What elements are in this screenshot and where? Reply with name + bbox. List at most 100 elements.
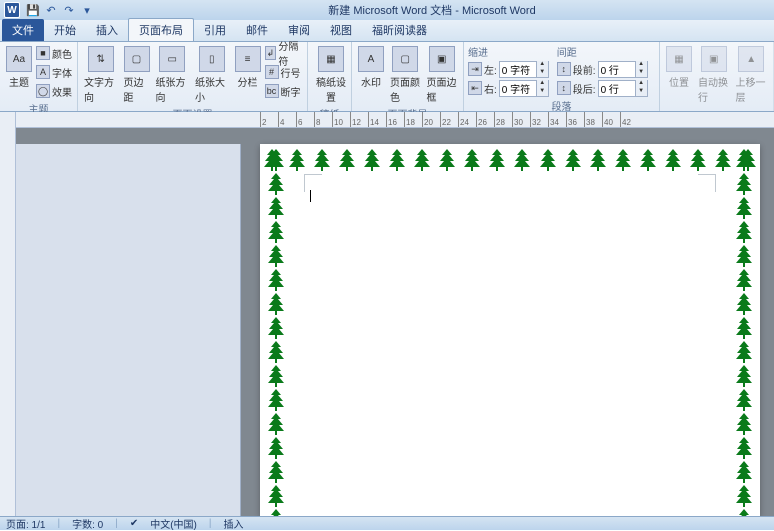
tree-icon [310, 148, 334, 172]
size-button[interactable]: ▯纸张大小 [193, 44, 231, 106]
spin-down-icon[interactable]: ▼ [536, 88, 548, 96]
tab-insert[interactable]: 插入 [86, 19, 128, 41]
status-insert-mode[interactable]: 插入 [223, 516, 243, 531]
group-manuscript: ▦稿纸设置 稿纸 [308, 42, 352, 111]
indent-right-row: ⇤ 右: ▲▼ [468, 79, 549, 97]
theme-effects-button[interactable]: ◯效果 [36, 82, 72, 100]
tab-file[interactable]: 文件 [2, 19, 44, 41]
tree-icon [285, 148, 309, 172]
tab-view[interactable]: 视图 [320, 19, 362, 41]
margins-button[interactable]: ▢页边距 [122, 44, 152, 106]
save-icon[interactable]: 💾 [26, 3, 40, 17]
orientation-button[interactable]: ▭纸张方向 [154, 44, 192, 106]
page-borders-button[interactable]: ▣页面边框 [425, 44, 460, 106]
tree-icon [732, 340, 756, 364]
navigation-pane[interactable] [16, 144, 241, 516]
size-icon: ▯ [199, 46, 225, 72]
bring-forward-button[interactable]: ▲上移一层 [734, 44, 770, 106]
columns-button[interactable]: ≡分栏 [233, 44, 263, 91]
spin-up-icon[interactable]: ▲ [635, 61, 647, 69]
tab-mailings[interactable]: 邮件 [236, 19, 278, 41]
status-words[interactable]: 字数: 0 [72, 516, 103, 531]
wrap-text-button[interactable]: ▣自动换行 [696, 44, 732, 106]
spin-down-icon[interactable]: ▼ [635, 88, 647, 96]
spin-up-icon[interactable]: ▲ [536, 80, 548, 88]
tab-home[interactable]: 开始 [44, 19, 86, 41]
watermark-button[interactable]: A水印 [356, 44, 386, 91]
group-page-background: A水印 ▢页面颜色 ▣页面边框 页面背景 [352, 42, 464, 111]
text-direction-icon: ⇅ [88, 46, 114, 72]
status-language[interactable]: 中文(中国) [150, 516, 197, 531]
undo-icon[interactable]: ↶ [44, 3, 58, 17]
spacing-before-input[interactable]: ▲▼ [598, 61, 648, 78]
margin-corner-tl [304, 174, 322, 192]
tree-icon [732, 364, 756, 388]
breaks-button[interactable]: ↲分隔符 [265, 44, 304, 62]
breaks-icon: ↲ [265, 46, 277, 60]
hyphenation-icon: bc [265, 84, 279, 98]
word-logo: W [4, 2, 20, 18]
text-direction-button[interactable]: ⇅文字方向 [82, 44, 120, 106]
tree-icon [732, 460, 756, 484]
tree-icon [732, 388, 756, 412]
themes-label: 主题 [9, 74, 29, 89]
status-page[interactable]: 页面: 1/1 [6, 516, 45, 531]
tree-icon [586, 148, 610, 172]
tree-icon [536, 148, 560, 172]
page-color-button[interactable]: ▢页面颜色 [388, 44, 423, 106]
spin-up-icon[interactable]: ▲ [635, 80, 647, 88]
tree-icon [264, 172, 288, 196]
line-numbers-icon: # [265, 65, 279, 79]
spacing-before-icon: ↕ [557, 62, 571, 76]
columns-icon: ≡ [235, 46, 261, 72]
orientation-icon: ▭ [159, 46, 185, 72]
position-icon: ▦ [666, 46, 692, 72]
ribbon: Aa 主题 ■颜色 A字体 ◯效果 主题 ⇅文字方向 ▢页边距 ▭纸张方向 ▯纸… [0, 42, 774, 112]
themes-button[interactable]: Aa 主题 [4, 44, 34, 91]
spin-down-icon[interactable]: ▼ [635, 69, 647, 77]
redo-icon[interactable]: ↷ [62, 3, 76, 17]
manuscript-icon: ▦ [318, 46, 344, 72]
tree-icon [732, 412, 756, 436]
themes-icon: Aa [6, 46, 32, 72]
tree-icon [510, 148, 534, 172]
tab-page-layout[interactable]: 页面布局 [128, 18, 194, 41]
status-proofing-icon[interactable]: ✔ [130, 518, 138, 529]
tree-icon [410, 148, 434, 172]
spacing-after-icon: ↕ [557, 81, 571, 95]
tree-icon [661, 148, 685, 172]
manuscript-button[interactable]: ▦稿纸设置 [312, 44, 350, 106]
group-page-setup: ⇅文字方向 ▢页边距 ▭纸张方向 ▯纸张大小 ≡分栏 ↲分隔符 #行号 bc断字… [78, 42, 308, 111]
window-title: 新建 Microsoft Word 文档 - Microsoft Word [94, 2, 770, 18]
indent-left-icon: ⇥ [468, 62, 482, 76]
hyphenation-button[interactable]: bc断字 [265, 82, 304, 100]
tree-icon [732, 436, 756, 460]
tree-icon [636, 148, 660, 172]
indent-right-input[interactable]: ▲▼ [499, 80, 549, 97]
tree-icon [264, 364, 288, 388]
spin-up-icon[interactable]: ▲ [536, 61, 548, 69]
theme-colors-button[interactable]: ■颜色 [36, 44, 72, 62]
workspace: 24681012141618202224262830323436384042 [16, 112, 774, 516]
vertical-ruler[interactable] [0, 112, 16, 516]
tree-icon [264, 340, 288, 364]
horizontal-ruler[interactable]: 24681012141618202224262830323436384042 [16, 112, 774, 128]
spin-down-icon[interactable]: ▼ [536, 69, 548, 77]
tab-foxit[interactable]: 福昕阅读器 [362, 19, 437, 41]
tree-icon [264, 388, 288, 412]
effects-icon: ◯ [36, 84, 50, 98]
line-numbers-button[interactable]: #行号 [265, 63, 304, 81]
page-color-icon: ▢ [392, 46, 418, 72]
group-theme: Aa 主题 ■颜色 A字体 ◯效果 主题 [0, 42, 78, 111]
watermark-icon: A [358, 46, 384, 72]
wrap-icon: ▣ [701, 46, 727, 72]
tab-references[interactable]: 引用 [194, 19, 236, 41]
spacing-after-input[interactable]: ▲▼ [598, 80, 648, 97]
spacing-title: 间距 [557, 44, 648, 59]
position-button[interactable]: ▦位置 [664, 44, 694, 91]
qat-dropdown-icon[interactable]: ▾ [80, 3, 94, 17]
indent-left-input[interactable]: ▲▼ [499, 61, 549, 78]
document-page[interactable] [260, 144, 760, 516]
theme-fonts-button[interactable]: A字体 [36, 63, 72, 81]
indent-right-icon: ⇤ [468, 81, 482, 95]
